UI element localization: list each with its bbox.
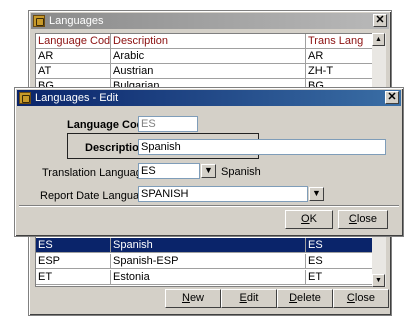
close-icon[interactable]: ✕ (385, 91, 399, 104)
table-row-cell-selected[interactable]: ES (306, 238, 378, 253)
dialog-close-button[interactable]: Close (338, 210, 388, 229)
scroll-up-arrow-icon[interactable]: ▲ (372, 33, 385, 46)
languages-title: Languages (49, 15, 104, 27)
table-row-cell-selected[interactable]: ES (36, 238, 111, 253)
translation-language-text: Spanish (221, 166, 261, 178)
table-row-cell[interactable]: Arabic (111, 49, 306, 64)
table-row-cell[interactable]: ESP (36, 254, 111, 269)
scroll-down-arrow-icon[interactable]: ▼ (372, 274, 385, 287)
description-label: Description (85, 142, 146, 154)
translation-language-label: Translation Language (42, 167, 149, 179)
table-row-cell[interactable]: ES (306, 254, 378, 269)
column-header-language-code[interactable]: Language Code (36, 34, 111, 49)
languages-edit-dialog: Languages - Edit ✕ Language Code ES Desc… (14, 87, 404, 237)
description-field[interactable]: Spanish (138, 139, 386, 155)
table-row-cell[interactable]: Austrian (111, 64, 306, 79)
close-icon[interactable]: ✕ (373, 14, 387, 27)
table-row-cell[interactable]: Spanish-ESP (111, 254, 306, 269)
report-date-language-field[interactable]: SPANISH (138, 186, 308, 202)
delete-button[interactable]: Delete (277, 289, 333, 308)
table-row-cell[interactable]: AR (36, 49, 111, 64)
dropdown-arrow-icon[interactable]: ▼ (309, 187, 324, 201)
dropdown-arrow-icon[interactable]: ▼ (201, 164, 216, 178)
table-row-cell[interactable]: ZH-T (306, 64, 378, 79)
languages-title-bar[interactable]: Languages ✕ (31, 13, 389, 29)
report-date-language-label: Report Date Language (40, 190, 152, 202)
new-button[interactable]: New (165, 289, 221, 308)
edit-button[interactable]: Edit (221, 289, 277, 308)
edit-dialog-title: Languages - Edit (35, 92, 119, 104)
close-button[interactable]: Close (333, 289, 389, 308)
language-code-field: ES (138, 116, 198, 132)
edit-dialog-title-bar[interactable]: Languages - Edit ✕ (17, 90, 401, 106)
table-row-cell-selected[interactable]: Spanish (111, 238, 306, 253)
table-row-cell[interactable]: AT (36, 64, 111, 79)
column-header-description[interactable]: Description (111, 34, 306, 49)
app-icon (19, 92, 31, 104)
ok-button[interactable]: OK (285, 210, 333, 229)
translation-language-field[interactable]: ES (138, 163, 200, 179)
divider (19, 205, 399, 207)
column-header-trans-lang[interactable]: Trans Lang (306, 34, 378, 49)
table-row-cell[interactable]: ET (36, 270, 111, 285)
table-row-cell[interactable]: Estonia (111, 270, 306, 285)
app-icon (33, 15, 45, 27)
table-row-cell[interactable]: AR (306, 49, 378, 64)
table-row-cell[interactable]: ET (306, 270, 378, 285)
